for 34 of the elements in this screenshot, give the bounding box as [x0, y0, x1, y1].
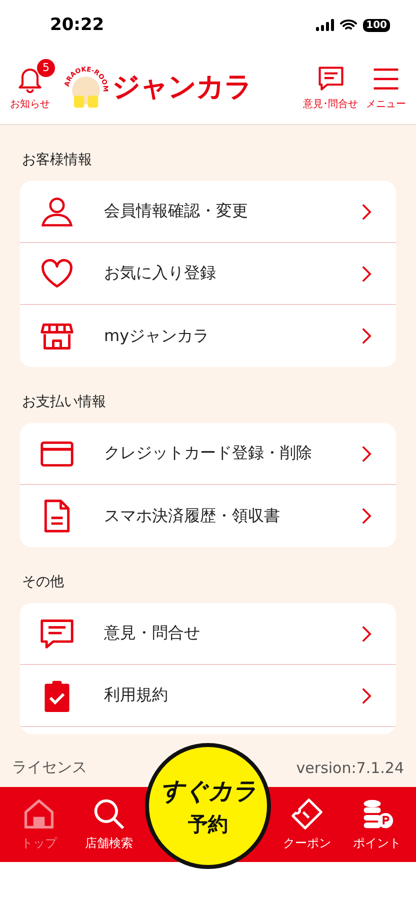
- ticket-icon: [290, 797, 324, 831]
- menu-item[interactable]: クレジットカード登録・削除: [20, 423, 396, 485]
- chevron-right-icon: [361, 264, 372, 282]
- tab[interactable]: 店舗検索: [74, 787, 144, 862]
- home-icon: [22, 797, 56, 831]
- section-title: その他: [22, 573, 65, 591]
- menu-button[interactable]: メニュー: [362, 64, 410, 110]
- person-icon: [40, 194, 74, 228]
- chevron-right-icon: [361, 507, 372, 525]
- menu-item[interactable]: 意見・問合せ: [20, 603, 396, 665]
- status-time: 20:22: [50, 15, 104, 35]
- wifi-icon: [340, 19, 358, 31]
- tab[interactable]: ポイント: [342, 787, 412, 862]
- chat-icon: [40, 616, 74, 650]
- chevron-right-icon: [361, 327, 372, 345]
- version-text: version:7.1.24: [296, 758, 404, 776]
- notification-badge: 5: [36, 58, 56, 78]
- license-link[interactable]: ライセンス: [12, 758, 87, 777]
- section-title: お支払い情報: [22, 393, 107, 411]
- chevron-right-icon: [361, 202, 372, 220]
- chat-icon: [316, 64, 346, 94]
- chevron-right-icon: [361, 624, 372, 642]
- heart-icon: [40, 256, 74, 290]
- battery-level: 100: [363, 18, 390, 32]
- section-title: お客様情報: [22, 151, 93, 169]
- chevron-right-icon: [361, 444, 372, 462]
- feedback-button[interactable]: 意見･問合せ: [299, 64, 362, 110]
- chevron-right-icon: [361, 686, 372, 704]
- reserve-button[interactable]: すぐカラ 予約: [145, 743, 271, 869]
- search-icon: [92, 797, 126, 831]
- brand-name: ジャンカラ: [112, 69, 252, 105]
- tab[interactable]: クーポン: [272, 787, 342, 862]
- menu-item[interactable]: 会員情報確認・変更: [20, 181, 396, 243]
- signal-icon: [316, 19, 334, 31]
